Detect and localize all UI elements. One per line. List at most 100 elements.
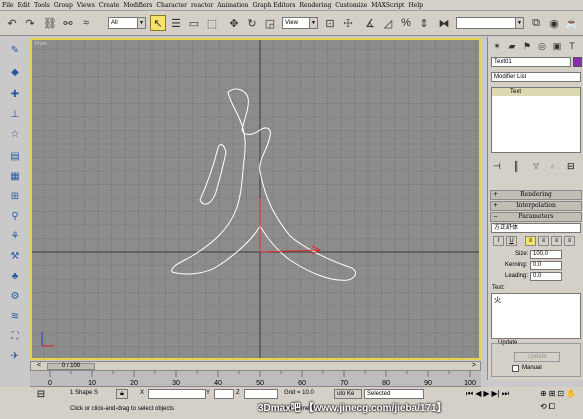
align-left-button[interactable]: ≡ — [525, 236, 536, 246]
menu-edit[interactable]: Edit — [18, 2, 31, 9]
reference-coord-dropdown[interactable]: View ▼ — [282, 17, 318, 29]
create-icon[interactable]: ✎ — [8, 43, 22, 57]
remove-modifier-icon[interactable]: ♁ — [549, 161, 556, 171]
size-spinner[interactable]: 100.0 — [530, 250, 562, 259]
named-selection-set-dropdown[interactable]: ▼ — [456, 17, 524, 29]
modify-icon[interactable]: ⚲ — [8, 209, 22, 223]
scripting-icon[interactable]: ✈ — [8, 349, 22, 363]
reactor-icon[interactable]: ⛶ — [8, 329, 22, 343]
show-end-result-icon[interactable]: ║ — [513, 161, 519, 171]
viewport-label[interactable]: Front — [35, 41, 47, 47]
menu-views[interactable]: Views — [77, 2, 95, 9]
modifier-list-dropdown[interactable]: Modifier List — [491, 72, 581, 82]
menu-animation[interactable]: Animation — [217, 2, 248, 9]
select-object-icon[interactable]: ↖ — [150, 15, 166, 31]
select-by-name-icon[interactable]: ☰ — [168, 15, 184, 31]
zoom-extents-icon[interactable]: ⊡ — [557, 389, 564, 400]
viewport-canvas[interactable] — [32, 40, 479, 358]
unlink-icon[interactable]: ⚯ — [60, 15, 76, 31]
time-slider[interactable]: < 0 / 100 > — [30, 361, 481, 371]
kerning-spinner[interactable]: 0.0 — [530, 261, 562, 270]
scale-icon[interactable]: ◲ — [262, 15, 278, 31]
link-icon[interactable]: ⛓ — [42, 15, 58, 31]
update-button[interactable]: Update — [514, 352, 560, 362]
time-prev-icon[interactable]: < — [37, 362, 41, 369]
mirror-icon[interactable]: ⧓ — [436, 15, 452, 31]
rollout-rendering[interactable]: + Rendering — [490, 190, 582, 200]
previous-frame-icon[interactable]: ◀ — [475, 389, 481, 401]
utilities-icon[interactable]: ⚙ — [8, 289, 22, 303]
pivot-center-icon[interactable]: ⊡ — [322, 15, 338, 31]
leading-spinner[interactable]: 0.0 — [530, 272, 562, 281]
utilities-tab-icon[interactable]: T — [566, 40, 578, 52]
motion-tab-icon[interactable]: ◎ — [536, 40, 548, 52]
spacewarps-icon[interactable]: ▦ — [8, 169, 22, 183]
stack-item-text[interactable]: Text — [492, 88, 580, 96]
bind-space-warp-icon[interactable]: ≈ — [78, 15, 94, 31]
arc-rotate-icon[interactable]: ⟲ — [540, 402, 547, 414]
motion-icon[interactable]: ⚒ — [8, 249, 22, 263]
render-icon[interactable]: ☕ — [564, 15, 580, 31]
align-icon[interactable]: ⧉ — [528, 15, 544, 31]
text-input-area[interactable]: 火 — [491, 293, 581, 339]
rollout-interpolation[interactable]: + Interpolation — [490, 201, 582, 211]
track-bar[interactable]: 0 10 20 30 40 50 60 70 80 90 100 — [30, 371, 481, 387]
angle-snap-icon[interactable]: ◿ — [380, 15, 396, 31]
object-name-field[interactable]: Text01 — [491, 57, 571, 67]
menu-reactor[interactable]: reactor — [191, 2, 213, 9]
undo-icon[interactable]: ↶ — [4, 15, 20, 31]
menu-maxscript[interactable]: MAXScript — [371, 2, 404, 9]
hierarchy-tab-icon[interactable]: ⚑ — [521, 40, 533, 52]
menu-group[interactable]: Group — [54, 2, 73, 9]
menu-graph-editors[interactable]: Graph Editors — [253, 2, 296, 9]
front-viewport[interactable]: Front — [30, 38, 481, 360]
rotate-icon[interactable]: ↻ — [244, 15, 260, 31]
redo-icon[interactable]: ↷ — [22, 15, 38, 31]
display-tab-icon[interactable]: ▣ — [551, 40, 563, 52]
rollout-parameters[interactable]: − Parameters — [490, 212, 582, 222]
go-to-start-icon[interactable]: ⏮ — [466, 389, 473, 401]
rectangle-selection-icon[interactable]: ▭ — [186, 15, 202, 31]
menu-create[interactable]: Create — [99, 2, 120, 9]
move-icon[interactable]: ✥ — [226, 15, 242, 31]
align-center-button[interactable]: ≡ — [538, 236, 549, 246]
menu-rendering[interactable]: Rendering — [299, 2, 331, 9]
next-frame-icon[interactable]: ▶| — [492, 389, 500, 401]
particles-icon[interactable]: ≋ — [8, 309, 22, 323]
y-coord-field[interactable] — [214, 389, 234, 399]
display-icon[interactable]: ♣ — [8, 269, 22, 283]
time-slider-thumb[interactable]: 0 / 100 — [47, 363, 95, 370]
pin-stack-icon[interactable]: ⊣ — [493, 161, 501, 172]
menu-character[interactable]: Character — [156, 2, 187, 9]
align-right-button[interactable]: ≡ — [551, 236, 562, 246]
font-dropdown[interactable]: 方正舒体 — [491, 223, 581, 233]
underline-button[interactable]: U — [506, 236, 517, 246]
menu-tools[interactable]: Tools — [34, 2, 50, 9]
hierarchy-icon[interactable]: ⚘ — [8, 229, 22, 243]
italic-button[interactable]: I — [493, 236, 504, 246]
menu-file[interactable]: File — [2, 2, 14, 9]
selection-filter-dropdown[interactable]: All ▼ — [108, 17, 146, 29]
zoom-all-icon[interactable]: ⊞ — [549, 389, 556, 400]
material-editor-icon[interactable]: ◉ — [546, 15, 562, 31]
play-icon[interactable]: ▶ — [483, 389, 489, 401]
justify-button[interactable]: ≡ — [564, 236, 575, 246]
x-coord-field[interactable] — [148, 389, 206, 399]
key-filter-dropdown[interactable]: Selected — [364, 389, 424, 399]
z-coord-field[interactable] — [244, 389, 278, 399]
geometry-icon[interactable]: ◆ — [8, 65, 22, 79]
menu-customize[interactable]: Customize — [335, 2, 367, 9]
menu-help[interactable]: Help — [408, 2, 423, 9]
shapes-icon[interactable]: ✚ — [8, 87, 22, 101]
maxscript-listener-icon[interactable]: ⊟ — [32, 389, 50, 401]
cameras-icon[interactable]: ☆ — [8, 127, 22, 141]
spinner-snap-icon[interactable]: ⇕ — [416, 15, 432, 31]
maximize-viewport-icon[interactable]: ⧠ — [549, 402, 555, 414]
window-crossing-icon[interactable]: ⬚ — [204, 15, 220, 31]
snaps-toggle-icon[interactable]: ∡ — [362, 15, 378, 31]
manipulate-icon[interactable]: ☩ — [340, 15, 356, 31]
lights-icon[interactable]: ⊥ — [8, 107, 22, 121]
systems-icon[interactable]: ⊞ — [8, 189, 22, 203]
zoom-icon[interactable]: ⊕ — [540, 389, 547, 400]
helpers-icon[interactable]: ▤ — [8, 149, 22, 163]
